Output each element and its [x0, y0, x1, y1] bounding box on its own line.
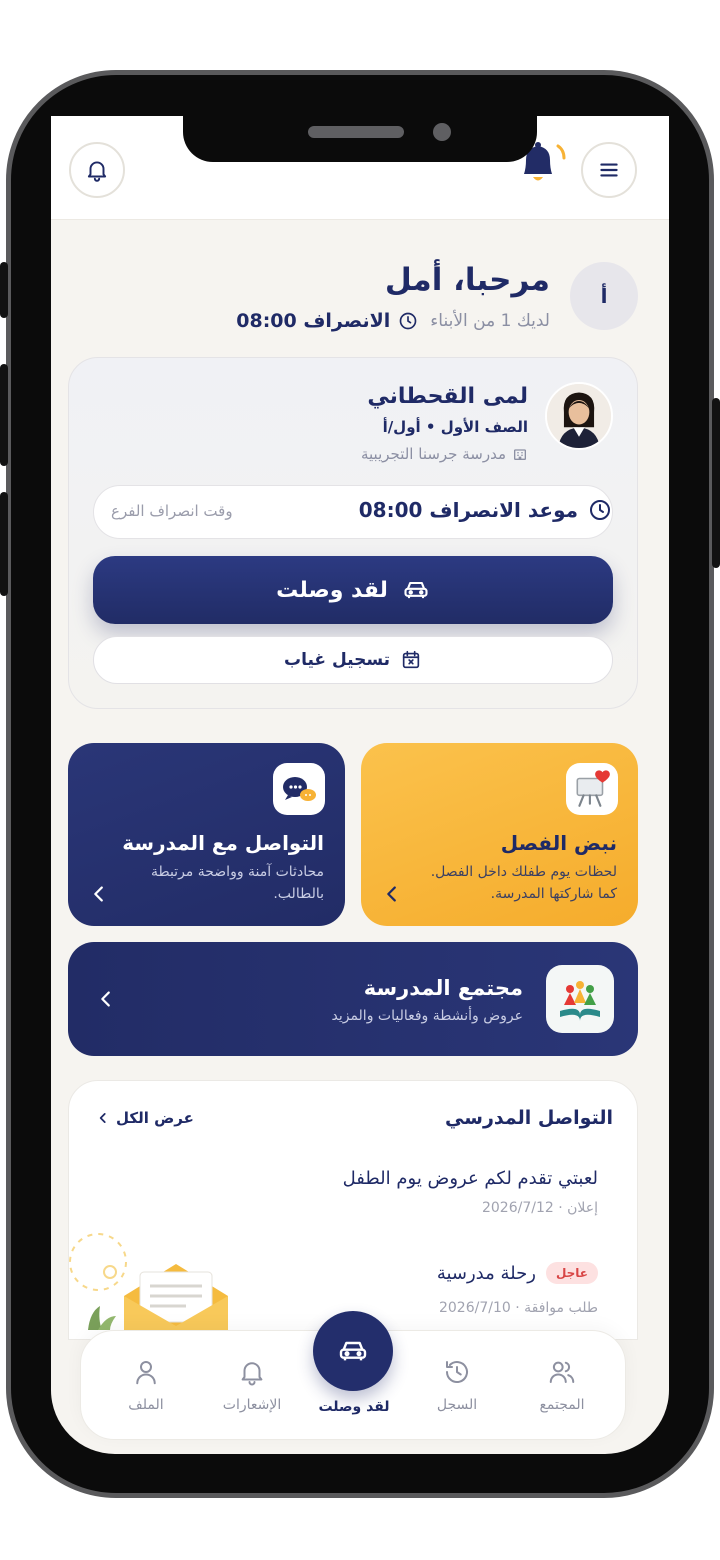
- menu-button[interactable]: [581, 142, 637, 198]
- car-icon: [404, 581, 428, 599]
- calendar-x-icon: [402, 650, 420, 669]
- nav-notifications-label: الإشعارات: [222, 1397, 282, 1413]
- school-communication-tile[interactable]: التواصل مع المدرسة محادثات آمنة وواضحة م…: [68, 743, 345, 926]
- nav-arrived[interactable]: لقد وصلت: [311, 1399, 397, 1415]
- side-button-volume-down: [0, 492, 8, 596]
- message-meta: إعلان · 2026/7/12: [481, 1200, 598, 1216]
- message-meta: طلب موافقة · 2026/7/10: [438, 1300, 598, 1316]
- nav-history[interactable]: السجل: [416, 1357, 498, 1413]
- chevron-left-icon: [99, 1113, 106, 1123]
- record-absence-button[interactable]: تسجيل غياب: [93, 636, 613, 684]
- urgent-badge: عاجل: [545, 1262, 598, 1284]
- view-all-label: عرض الكل: [116, 1109, 194, 1127]
- bell-icon: [241, 1362, 263, 1386]
- dismissal-time: الانصراف 08:00: [236, 310, 418, 332]
- view-all-link[interactable]: عرض الكل: [96, 1109, 194, 1127]
- list-item[interactable]: لعبتي تقدم لكم عروض يوم الطفل إعلان · 20…: [158, 1168, 598, 1228]
- class-pulse-line1: لحظات يوم طفلك داخل الفصل.: [430, 864, 617, 880]
- school-community-title: مجتمع المدرسة: [363, 976, 523, 1000]
- message-title-row: عاجل رحلة مدرسية: [437, 1262, 598, 1284]
- nav-notifications[interactable]: الإشعارات: [207, 1357, 297, 1413]
- dismissal-time-text: الانصراف 08:00: [236, 310, 391, 332]
- child-portrait-icon: [547, 384, 611, 448]
- phone-notch: [183, 114, 537, 162]
- school-building-icon: [514, 449, 526, 460]
- school-communication-line2: بالطالب.: [273, 886, 324, 902]
- chevron-left-icon: [101, 991, 110, 1007]
- list-item[interactable]: عاجل رحلة مدرسية طلب موافقة · 2026/7/10: [268, 1262, 598, 1322]
- chevron-left-icon: [94, 886, 103, 902]
- class-pulse-desc: لحظات يوم طفلك داخل الفصل. كما شاركتها ا…: [377, 861, 617, 905]
- school-communication-icon-box: [273, 763, 325, 815]
- greeting-subline: لديك 1 من الأبناء الانصراف 08:00: [236, 308, 550, 334]
- phone-camera: [433, 123, 451, 141]
- car-icon: [339, 1341, 367, 1361]
- school-community-subtitle: عروض وأنشطة وفعاليات والمزيد: [331, 1008, 523, 1024]
- chevron-left-icon: [387, 886, 396, 902]
- user-icon: [136, 1361, 156, 1385]
- clock-icon: [399, 312, 417, 330]
- bell-icon: [87, 161, 107, 182]
- side-button-mute: [0, 262, 8, 318]
- greeting-title: مرحبا، أمل: [384, 262, 550, 298]
- community-icon-box: [546, 965, 614, 1033]
- record-absence-label: تسجيل غياب: [284, 650, 390, 670]
- child-school: مدرسة جرسنا التجريبية: [361, 445, 528, 463]
- dismissal-hint: وقت انصراف الفرع: [111, 502, 233, 520]
- envelope-illustration-icon: [69, 1233, 228, 1330]
- child-class: الصف الأول • أول/أ: [382, 418, 528, 436]
- arrived-button[interactable]: لقد وصلت: [93, 556, 613, 624]
- class-pulse-title: نبض الفصل: [500, 831, 617, 855]
- nav-community-label: المجتمع: [539, 1397, 585, 1413]
- notifications-button[interactable]: [69, 142, 125, 198]
- easel-heart-icon: [576, 770, 610, 807]
- message-title: لعبتي تقدم لكم عروض يوم الطفل: [342, 1168, 598, 1189]
- avatar-initial: أ: [600, 284, 608, 308]
- class-pulse-tile[interactable]: نبض الفصل لحظات يوم طفلك داخل الفصل. كما…: [361, 743, 638, 926]
- phone-speaker: [308, 126, 404, 138]
- chat-bubbles-icon: [283, 777, 316, 801]
- side-button-volume-up: [0, 364, 8, 466]
- class-pulse-icon-box: [566, 763, 618, 815]
- nav-community[interactable]: المجتمع: [521, 1357, 603, 1413]
- nav-profile-label: الملف: [128, 1397, 164, 1413]
- school-communication-desc: محادثات آمنة وواضحة مرتبطة بالطالب.: [84, 861, 324, 905]
- nav-arrived-label: لقد وصلت: [318, 1399, 390, 1415]
- child-school-text: مدرسة جرسنا التجريبية: [360, 445, 506, 463]
- dismissal-label: موعد الانصراف 08:00: [359, 498, 612, 522]
- child-photo[interactable]: [545, 382, 613, 450]
- hamburger-menu-icon: [600, 163, 618, 177]
- clock-icon: [590, 500, 610, 520]
- arrived-fab-button[interactable]: [313, 1311, 393, 1391]
- side-button-power: [712, 398, 720, 568]
- kids-count: لديك 1 من الأبناء: [430, 311, 550, 331]
- community-book-icon: [560, 981, 600, 1021]
- school-communication-panel-title: التواصل المدرسي: [445, 1107, 613, 1129]
- history-icon: [446, 1361, 468, 1384]
- school-communication-line1: محادثات آمنة وواضحة مرتبطة: [150, 864, 324, 880]
- arrived-button-label: لقد وصلت: [276, 577, 388, 603]
- users-icon: [549, 1361, 575, 1383]
- dismissal-label-text: موعد الانصراف 08:00: [358, 498, 578, 522]
- message-title: رحلة مدرسية: [436, 1262, 536, 1284]
- user-avatar[interactable]: أ: [570, 262, 638, 330]
- child-name: لمى القحطاني: [367, 384, 528, 409]
- class-pulse-line2: كما شاركتها المدرسة.: [490, 886, 617, 902]
- nav-history-label: السجل: [436, 1397, 478, 1413]
- nav-profile[interactable]: الملف: [105, 1357, 187, 1413]
- school-communication-title: التواصل مع المدرسة: [122, 831, 324, 855]
